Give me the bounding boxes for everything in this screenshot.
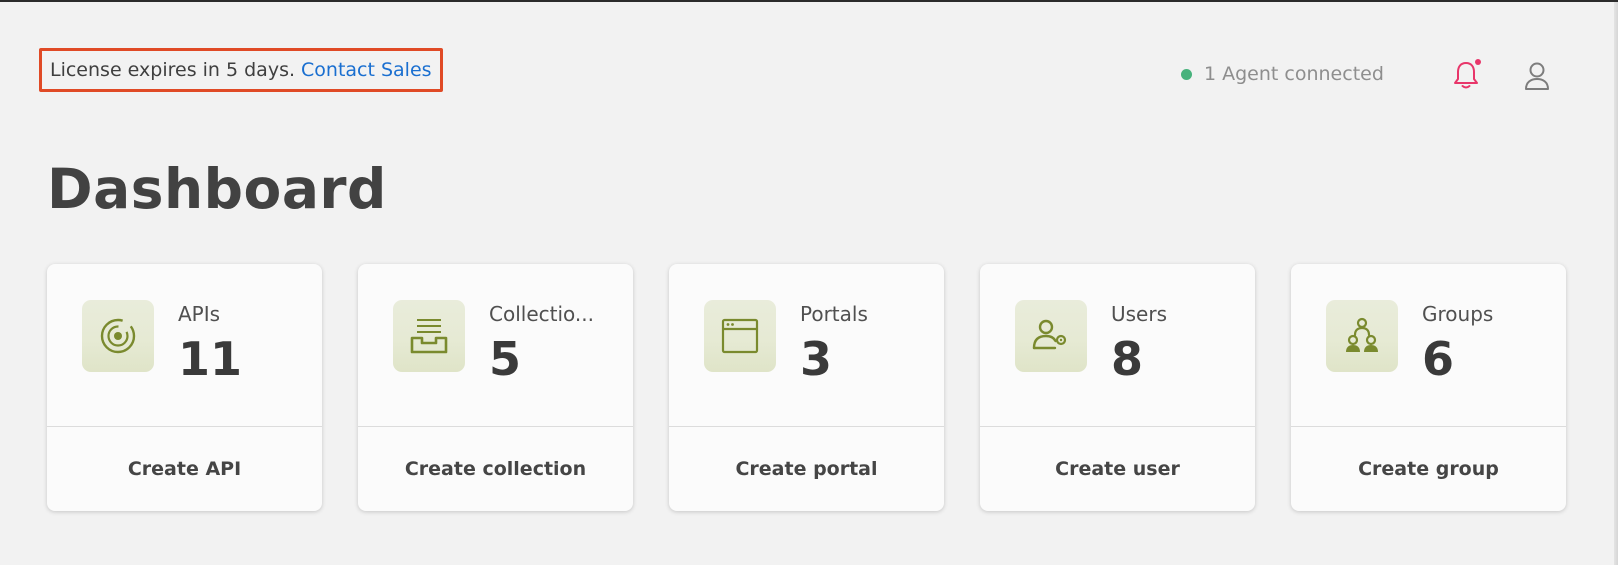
bell-icon <box>1454 59 1481 89</box>
card-label: APIs <box>178 302 221 326</box>
apis-icon-tile <box>82 300 154 372</box>
status-dot <box>1181 68 1192 80</box>
notifications-button[interactable] <box>1450 58 1482 92</box>
card-count: 3 <box>800 332 833 386</box>
collection-icon <box>410 319 448 354</box>
card-label: Groups <box>1422 302 1494 326</box>
create-collection-button[interactable]: Create collection <box>358 427 633 511</box>
agent-status: 1 Agent connected <box>1181 63 1384 85</box>
api-icon <box>100 318 136 354</box>
groups-card: Groups 6 Create group <box>1291 264 1566 511</box>
card-count: 11 <box>178 332 243 386</box>
groups-icon-tile <box>1326 300 1398 372</box>
collections-card: Collectio... 5 Create collection <box>358 264 633 511</box>
license-text: License expires in 5 days. <box>50 59 296 81</box>
portal-icon <box>721 318 759 354</box>
card-label: Collectio... <box>489 302 594 326</box>
users-icon <box>1032 319 1067 350</box>
create-api-button[interactable]: Create API <box>47 427 322 511</box>
portals-icon-tile <box>704 300 776 372</box>
license-banner: License expires in 5 days. Contact Sales <box>39 48 443 92</box>
user-icon <box>1525 62 1549 90</box>
page-title: Dashboard <box>47 157 387 221</box>
groups-icon <box>1346 317 1378 352</box>
create-portal-button[interactable]: Create portal <box>669 427 944 511</box>
create-user-button[interactable]: Create user <box>980 427 1255 511</box>
contact-sales-link[interactable]: Contact Sales <box>301 59 432 81</box>
card-label: Portals <box>800 302 868 326</box>
window-edge <box>1614 2 1618 565</box>
create-group-button[interactable]: Create group <box>1291 427 1566 511</box>
card-count: 5 <box>489 332 522 386</box>
card-count: 8 <box>1111 332 1144 386</box>
portals-card: Portals 3 Create portal <box>669 264 944 511</box>
agent-status-label: 1 Agent connected <box>1204 63 1384 85</box>
users-card: Users 8 Create user <box>980 264 1255 511</box>
apis-card: APIs 11 Create API <box>47 264 322 511</box>
card-label: Users <box>1111 302 1168 326</box>
profile-button[interactable] <box>1522 60 1552 92</box>
users-icon-tile <box>1015 300 1087 372</box>
notification-dot <box>1475 59 1481 65</box>
card-count: 6 <box>1422 332 1455 386</box>
collections-icon-tile <box>393 300 465 372</box>
